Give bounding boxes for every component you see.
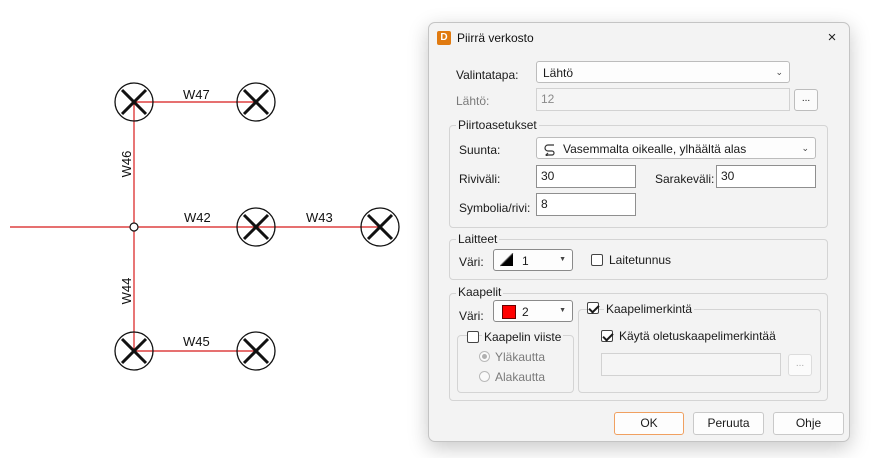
cable-marking-label: Kaapelimerkintä — [604, 302, 695, 316]
cable-marking-checkbox[interactable] — [587, 302, 599, 314]
chevron-down-icon: ⌄ — [801, 143, 809, 153]
source-browse-button[interactable]: ... — [794, 89, 818, 111]
cancel-button[interactable]: Peruuta — [693, 412, 764, 435]
cable-label-w46: W46 — [119, 151, 134, 178]
direction-value: Vasemmalta oikealle, ylhäältä alas — [563, 142, 747, 156]
source-label: Lähtö: — [456, 94, 490, 108]
title-bar[interactable]: D Piirrä verkosto × — [429, 23, 849, 53]
row-spacing-field[interactable]: 30 — [536, 165, 636, 188]
under-label: Alakautta — [495, 370, 546, 384]
under-radio[interactable] — [479, 371, 490, 382]
ok-button[interactable]: OK — [614, 412, 684, 435]
cable-color-select[interactable]: 2 ▼ — [493, 300, 573, 322]
selection-method-value: Lähtö — [543, 66, 574, 80]
dropdown-arrow-icon: ▼ — [559, 307, 566, 314]
symbols-per-row-field[interactable]: 8 — [536, 193, 636, 216]
dropdown-arrow-icon: ▼ — [559, 256, 566, 263]
draw-network-dialog: D Piirrä verkosto × Valintatapa: Lähtö ⌄… — [428, 22, 850, 442]
device-id-checkbox[interactable] — [591, 254, 603, 266]
col-spacing-field[interactable]: 30 — [716, 165, 816, 188]
marking-browse-button[interactable]: ... — [788, 354, 812, 376]
cable-color-swatch — [502, 305, 516, 319]
source-field[interactable]: 12 — [536, 88, 790, 111]
drawing-settings-title: Piirtoasetukset — [456, 118, 539, 132]
row-spacing-label: Riviväli: — [459, 172, 501, 186]
dialog-title: Piirrä verkosto — [457, 31, 534, 45]
marking-field[interactable] — [601, 353, 781, 376]
cable-label-w45: W45 — [183, 334, 210, 349]
device-color-value: 1 — [522, 254, 529, 268]
device-id-label: Laitetunnus — [609, 253, 672, 267]
symbols-per-row-label: Symbolia/rivi: — [459, 201, 531, 215]
col-spacing-label: Sarakeväli: — [655, 172, 715, 186]
cable-bevel-label: Kaapelin viiste — [482, 330, 564, 344]
devices-title: Laitteet — [456, 232, 500, 246]
selection-method-select[interactable]: Lähtö ⌄ — [536, 61, 790, 83]
help-button[interactable]: Ohje — [773, 412, 844, 435]
default-marking-checkbox[interactable] — [601, 330, 613, 342]
cable-label-w42: W42 — [184, 210, 211, 225]
direction-label: Suunta: — [459, 143, 501, 157]
direction-icon — [544, 144, 555, 156]
cable-bevel-checkbox[interactable] — [467, 331, 479, 343]
over-radio[interactable] — [479, 351, 490, 362]
cable-label-w43: W43 — [306, 210, 333, 225]
cable-label-w44: W44 — [119, 278, 134, 305]
device-color-label: Väri: — [459, 255, 484, 269]
close-icon[interactable]: × — [821, 28, 843, 48]
direction-select[interactable]: Vasemmalta oikealle, ylhäältä alas ⌄ — [536, 137, 816, 159]
default-marking-label: Käytä oletuskaapelimerkintää — [619, 329, 776, 343]
device-color-select[interactable]: 1 ▼ — [493, 249, 573, 271]
cables-title: Kaapelit — [456, 285, 504, 299]
over-label: Yläkautta — [495, 350, 546, 364]
device-color-swatch — [500, 253, 514, 267]
cable-color-value: 2 — [522, 305, 529, 319]
chevron-down-icon: ⌄ — [775, 67, 783, 77]
cable-color-label: Väri: — [459, 309, 484, 323]
junction-node — [129, 222, 139, 232]
app-icon: D — [437, 31, 451, 45]
selection-method-label: Valintatapa: — [456, 68, 519, 82]
cable-label-w47: W47 — [183, 87, 210, 102]
cable-marking-group — [578, 309, 821, 393]
